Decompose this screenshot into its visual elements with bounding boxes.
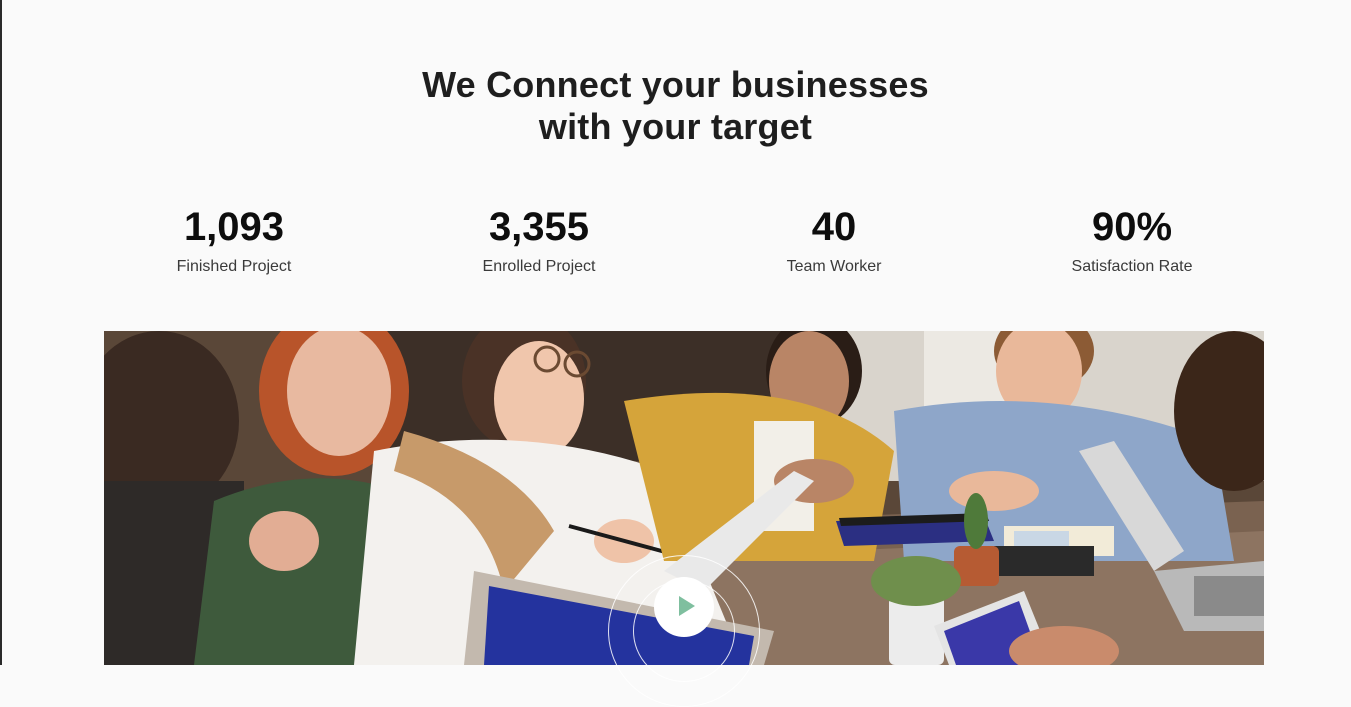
- stat-value: 1,093: [183, 205, 285, 249]
- stat-satisfaction-rate: 90% Satisfaction Rate: [1002, 200, 1262, 277]
- stat-team-worker: 40 Team Worker: [704, 200, 964, 277]
- stat-label: Finished Project: [176, 258, 292, 275]
- stat-label: Team Worker: [786, 258, 882, 275]
- stat-label: Enrolled Project: [482, 258, 596, 275]
- stats-row: 1,093 Finished Project 3,355 Enrolled Pr…: [0, 200, 1351, 290]
- heading-line-1: We Connect your businesses: [422, 64, 929, 105]
- stat-enrolled-project: 3,355 Enrolled Project: [409, 200, 669, 277]
- stat-label: Satisfaction Rate: [1071, 258, 1193, 275]
- video-play-control: [608, 555, 760, 707]
- stat-finished-project: 1,093 Finished Project: [104, 200, 364, 277]
- heading-line-2: with your target: [538, 106, 813, 147]
- section-heading: We Connect your businesses with your tar…: [0, 64, 1351, 148]
- play-video-button[interactable]: [654, 577, 714, 637]
- play-icon: [679, 596, 695, 616]
- stat-value: 3,355: [488, 205, 590, 249]
- stat-value: 40: [811, 205, 857, 249]
- stat-value: 90%: [1091, 205, 1173, 249]
